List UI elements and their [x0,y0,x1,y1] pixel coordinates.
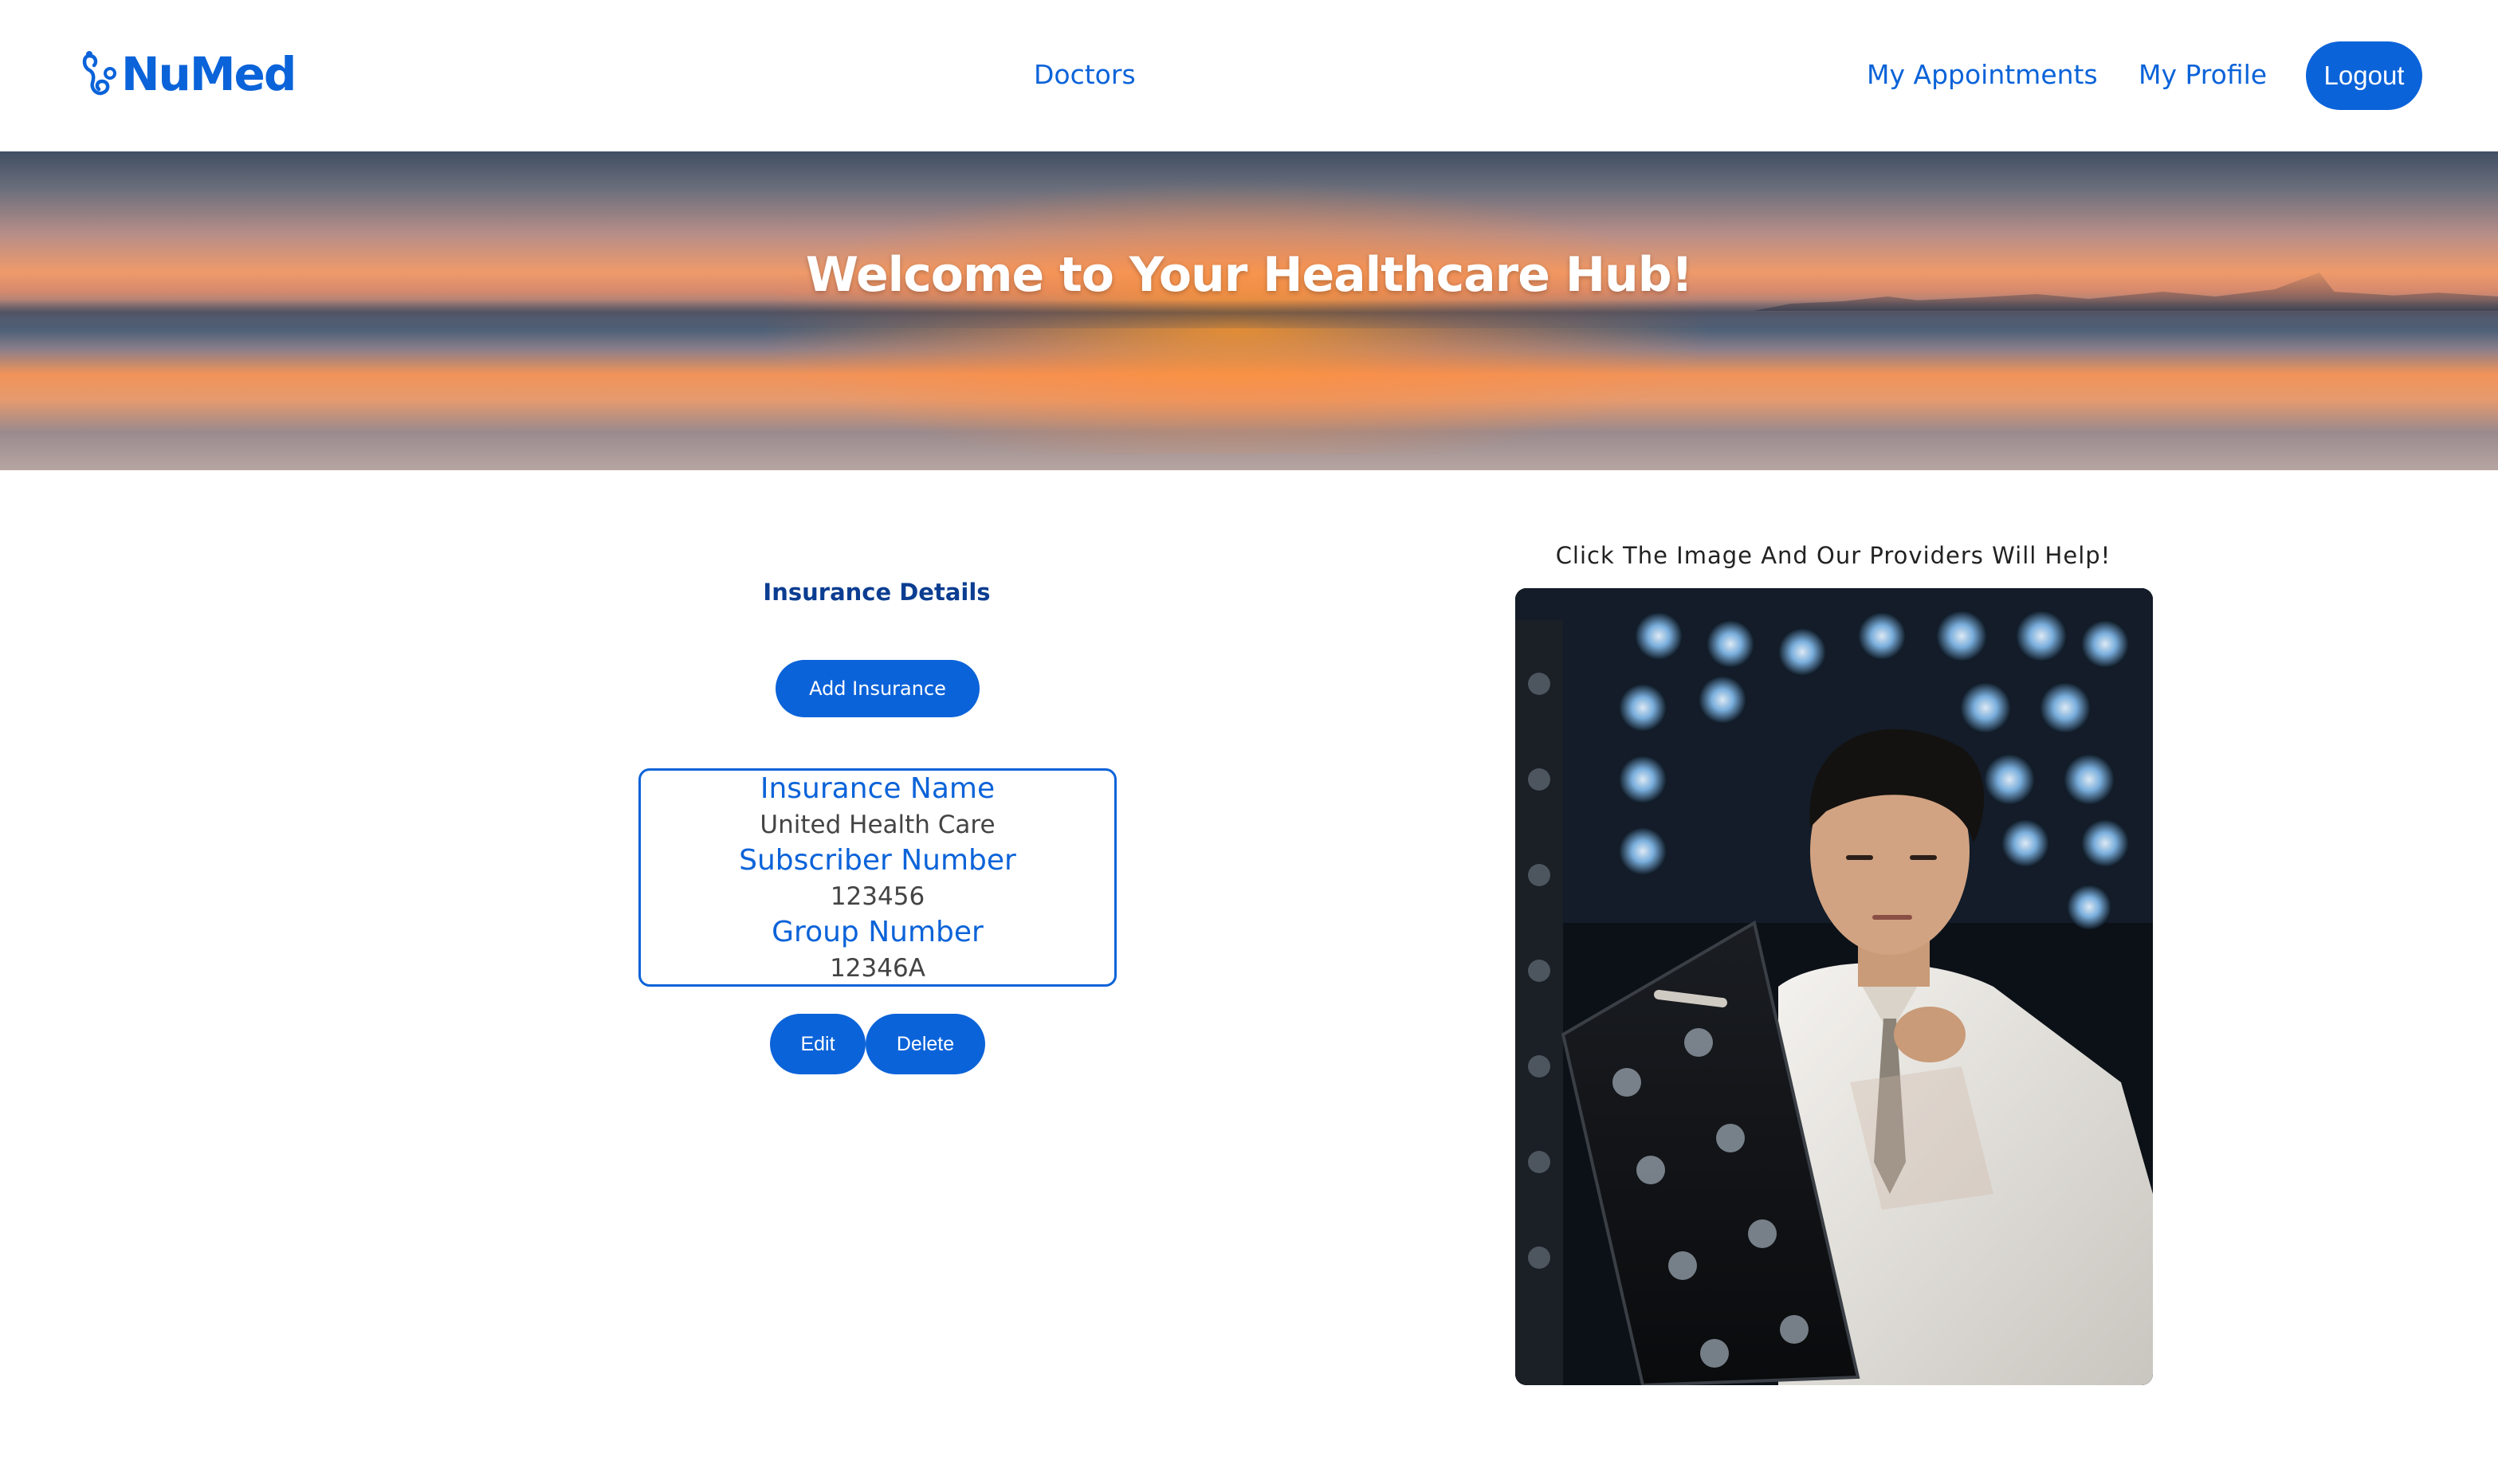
stethoscope-icon [82,51,116,96]
provider-image[interactable] [1515,588,2153,1385]
edit-insurance-button[interactable]: Edit [770,1014,866,1074]
top-navbar: NuMed Doctors My Appointments My Profile… [0,0,2498,151]
numed-logo[interactable]: NuMed [80,46,297,102]
nav-link-doctors[interactable]: Doctors [1034,56,1136,94]
add-insurance-button[interactable]: Add Insurance [776,660,980,717]
subscriber-number-value: 123456 [830,882,925,911]
hero-title: Welcome to Your Healthcare Hub! [805,247,1693,303]
insurance-name-value: United Health Care [760,811,996,839]
provider-help-caption: Click The Image And Our Providers Will H… [1555,542,2111,569]
subscriber-number-label: Subscriber Number [739,844,1016,877]
insurance-heading: Insurance Details [763,579,991,606]
delete-insurance-button[interactable]: Delete [866,1014,985,1074]
doctor-xray-illustration [1515,588,2153,1385]
nav-link-my-profile[interactable]: My Profile [2139,56,2267,94]
insurance-actions: Edit Delete [770,1014,985,1074]
nav-link-my-appointments[interactable]: My Appointments [1867,56,2098,94]
horizon-line [0,300,2498,328]
brand-name: NuMed [121,47,297,101]
group-number-label: Group Number [772,916,984,948]
logout-button[interactable]: Logout [2306,41,2422,110]
insurance-name-label: Insurance Name [760,772,996,805]
group-number-value: 12346A [830,954,925,983]
insurance-card: Insurance Name United Health Care Subscr… [638,768,1117,987]
hero-banner: Welcome to Your Healthcare Hub! [0,151,2498,470]
